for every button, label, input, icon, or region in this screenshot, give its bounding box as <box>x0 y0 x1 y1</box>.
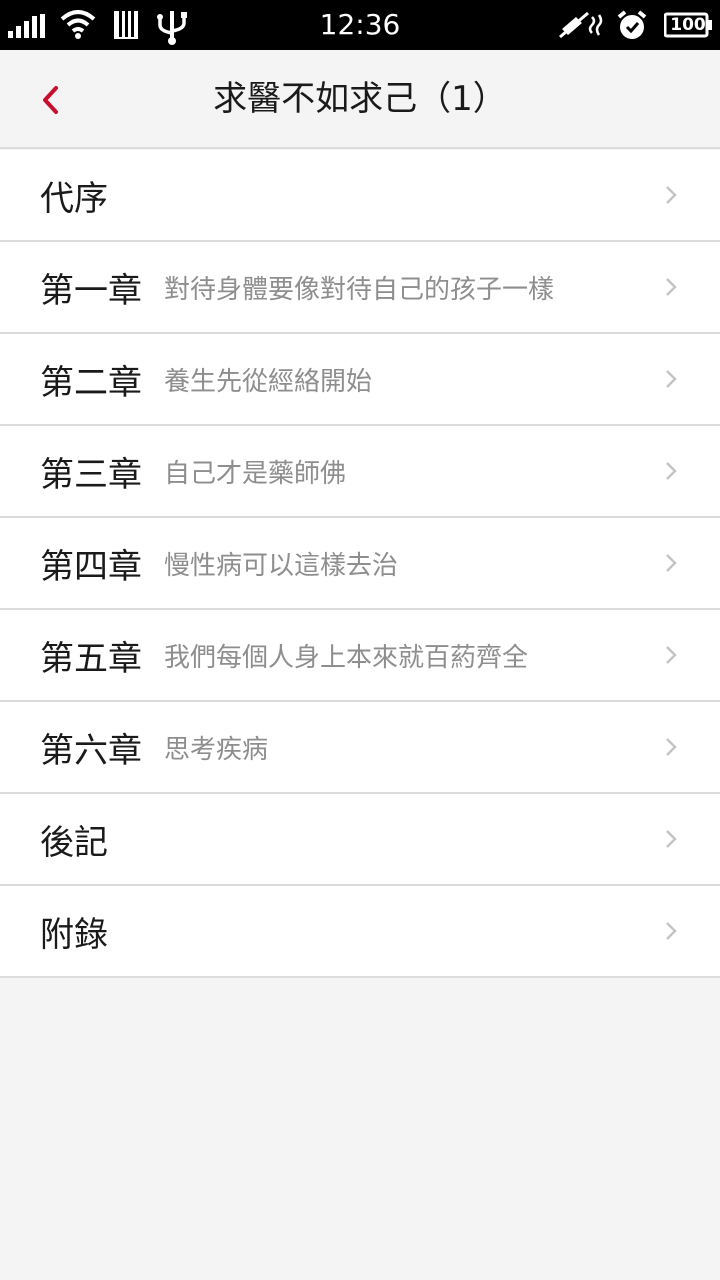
chapter-subtitle: 養生先從經絡開始 <box>164 366 373 397</box>
vibrate-icon <box>559 11 603 39</box>
chapter-subtitle: 我們每個人身上本來就百葯齊全 <box>164 642 529 673</box>
chapter-subtitle: 對待身體要像對待自己的孩子一樣 <box>164 274 555 305</box>
chapter-item-3[interactable]: 第三章 自己才是藥師佛 <box>0 426 720 518</box>
chapter-subtitle: 自己才是藥師佛 <box>164 458 347 489</box>
chevron-right-icon <box>666 922 677 940</box>
battery-level: 100 <box>670 15 706 35</box>
status-bar: 12:36 100 <box>0 0 720 50</box>
chevron-right-icon <box>666 462 677 480</box>
chapter-label: 第三章 <box>40 454 142 495</box>
chapter-item-4[interactable]: 第四章 慢性病可以這樣去治 <box>0 518 720 610</box>
chapter-item-6[interactable]: 第六章 思考疾病 <box>0 702 720 794</box>
chapter-item-afterword[interactable]: 後記 <box>0 794 720 886</box>
chapter-label: 第四章 <box>40 546 142 587</box>
chapter-item-5[interactable]: 第五章 我們每個人身上本來就百葯齊全 <box>0 610 720 702</box>
chapter-item-1[interactable]: 第一章 對待身體要像對待自己的孩子一樣 <box>0 242 720 334</box>
chevron-right-icon <box>666 646 677 664</box>
chevron-right-icon <box>666 738 677 756</box>
chapter-subtitle: 思考疾病 <box>164 734 269 765</box>
chapter-label: 第五章 <box>40 638 142 679</box>
chapter-label: 代序 <box>40 178 108 219</box>
alarm-icon <box>617 10 647 39</box>
status-time: 12:36 <box>319 8 401 41</box>
chapter-item-preface[interactable]: 代序 <box>0 150 720 242</box>
chapter-list: 代序 第一章 對待身體要像對待自己的孩子一樣 第二章 養生先從經絡開始 第三章 … <box>0 150 720 978</box>
chevron-right-icon <box>666 554 677 572</box>
chapter-label: 第一章 <box>40 270 142 311</box>
chapter-label: 後記 <box>40 822 108 863</box>
chevron-right-icon <box>666 278 677 296</box>
chapter-label: 第六章 <box>40 730 142 771</box>
chapter-item-appendix[interactable]: 附錄 <box>0 886 720 978</box>
header-bar: 求醫不如求己（1） <box>0 50 720 149</box>
chevron-right-icon <box>666 370 677 388</box>
chevron-right-icon <box>666 186 677 204</box>
chevron-right-icon <box>666 830 677 848</box>
chapter-item-2[interactable]: 第二章 養生先從經絡開始 <box>0 334 720 426</box>
chapter-subtitle: 慢性病可以這樣去治 <box>164 550 399 581</box>
chapter-label: 第二章 <box>40 362 142 403</box>
chapter-label: 附錄 <box>40 914 108 955</box>
page-title: 求醫不如求己（1） <box>213 79 507 119</box>
